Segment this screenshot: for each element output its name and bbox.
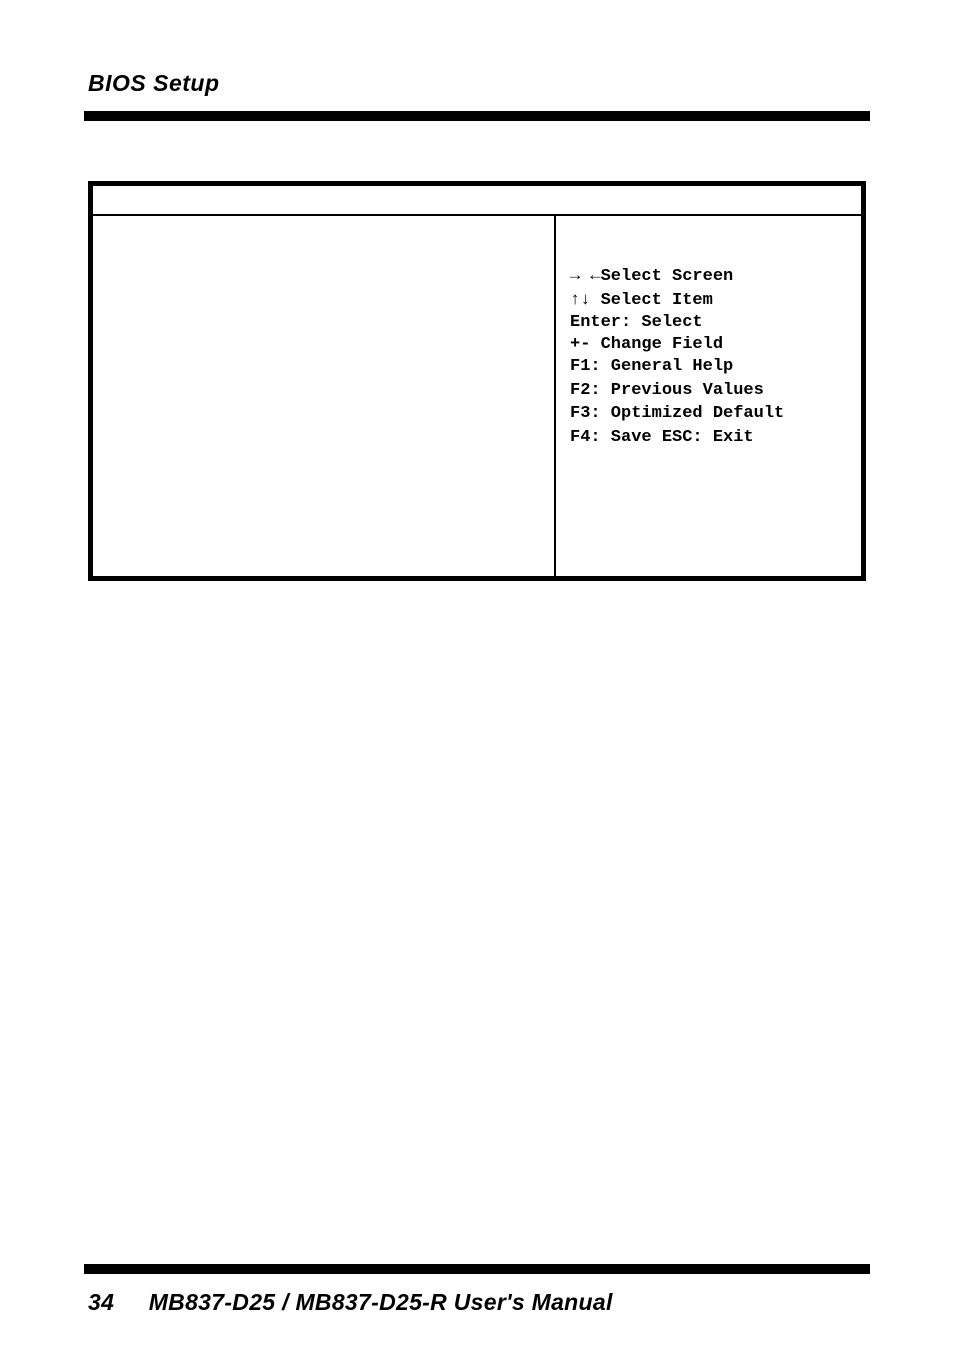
bios-panel: → ←Select Screen ↑↓ Select Item Enter: S… [88,181,866,581]
footer-divider [84,1264,870,1274]
page-number: 34 [88,1289,142,1316]
page-header-title: BIOS Setup [88,70,866,97]
help-select-item: ↑↓ Select Item [570,290,851,312]
help-optimized-default: F3: Optimized Default [570,403,851,425]
help-save-exit: F4: Save ESC: Exit [570,427,851,449]
header-divider [84,111,870,121]
help-change-field: +- Change Field [570,334,851,356]
help-enter: Enter: Select [570,312,851,334]
help-select-screen: → ←Select Screen [570,266,851,288]
manual-title: MB837-D25 / MB837-D25-R User's Manual [149,1289,613,1315]
bios-menu-bar [93,186,861,216]
bios-body: → ←Select Screen ↑↓ Select Item Enter: S… [93,216,861,576]
help-general-help: F1: General Help [570,356,851,378]
page-footer: 34 MB837-D25 / MB837-D25-R User's Manual [88,1289,866,1316]
bios-content-area [93,216,556,576]
help-previous-values: F2: Previous Values [570,380,851,402]
bios-help-panel: → ←Select Screen ↑↓ Select Item Enter: S… [556,216,861,576]
